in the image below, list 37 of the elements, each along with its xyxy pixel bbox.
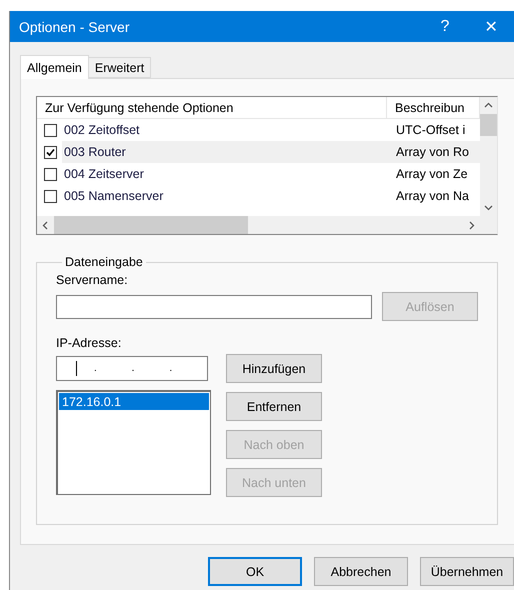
- vertical-scrollbar[interactable]: [480, 97, 497, 216]
- option-name[interactable]: 004 Zeitserver: [62, 163, 387, 185]
- option-name[interactable]: 003 Router: [62, 141, 387, 163]
- dialog-button[interactable]: OK: [208, 557, 302, 586]
- scroll-thumb[interactable]: [480, 114, 497, 136]
- horizontal-scrollbar[interactable]: [37, 216, 480, 234]
- scroll-left-icon[interactable]: [41, 220, 50, 230]
- option-name[interactable]: 005 Namenserver: [62, 185, 387, 207]
- option-description: UTC-Offset i: [395, 122, 466, 139]
- window-title: Optionen - Server: [19, 18, 130, 34]
- checkbox[interactable]: [44, 168, 57, 180]
- scroll-thumb[interactable]: [54, 216, 248, 234]
- ip-address-item[interactable]: 172.16.0.1: [59, 393, 209, 410]
- option-description: Array von Ze: [395, 166, 469, 183]
- option-name[interactable]: 002 Zeitoffset: [62, 119, 387, 141]
- ip-address-field[interactable]: . . .: [56, 356, 208, 381]
- checkbox[interactable]: [44, 146, 57, 158]
- list-action-button[interactable]: Hinzufügen: [226, 354, 322, 383]
- option-description: Array von Na: [395, 188, 470, 205]
- checkbox[interactable]: [44, 124, 57, 136]
- scroll-down-icon[interactable]: [484, 203, 493, 212]
- field-label: IP-Adresse:: [56, 336, 122, 350]
- tab[interactable]: Allgemein: [20, 55, 89, 79]
- tab[interactable]: Erweitert: [88, 57, 152, 78]
- checkbox[interactable]: [44, 190, 57, 202]
- server-name-field[interactable]: [56, 294, 372, 318]
- dialog-button[interactable]: Übernehmen: [420, 557, 514, 586]
- help-button[interactable]: ?: [422, 11, 468, 42]
- close-button[interactable]: ✕: [468, 11, 514, 42]
- list-action-button[interactable]: Entfernen: [226, 392, 322, 421]
- dialog-button[interactable]: Abbrechen: [314, 557, 408, 586]
- scroll-up-icon[interactable]: [484, 101, 493, 110]
- option-description: Array von Ro: [387, 141, 480, 163]
- group-title: Dateneingabe: [64, 255, 144, 269]
- field-label: Servername:: [56, 273, 129, 287]
- column-header[interactable]: Zur Verfügung stehende Optionen: [37, 97, 387, 119]
- scroll-right-icon[interactable]: [467, 220, 476, 230]
